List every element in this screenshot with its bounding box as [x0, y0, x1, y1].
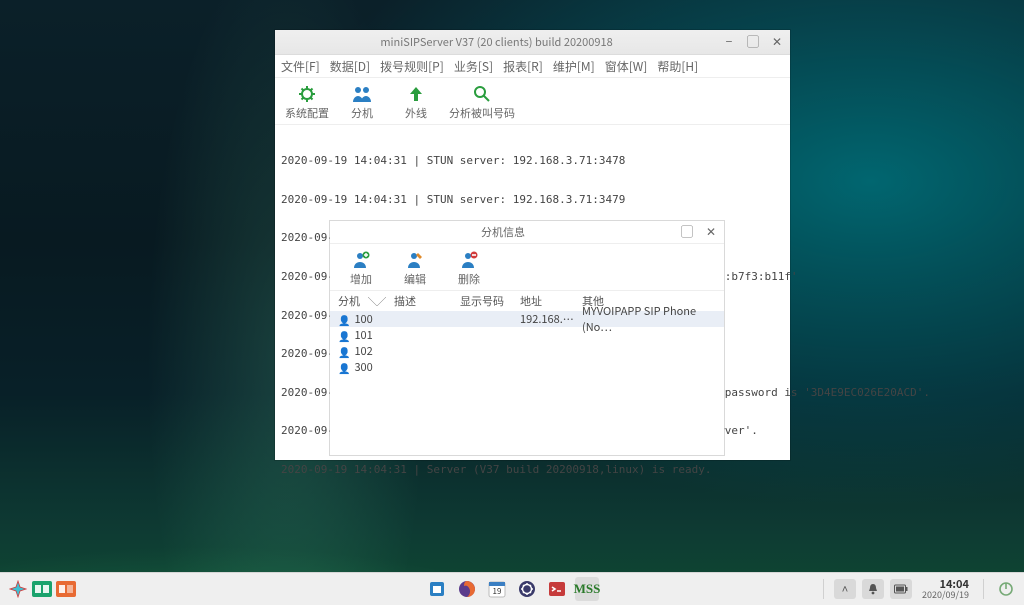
taskbar-app-settings[interactable] [515, 577, 539, 601]
toolbar-label: 系统配置 [285, 105, 329, 121]
menu-data[interactable]: 数据[D] [330, 58, 370, 75]
mss-icon: MSS [574, 581, 601, 597]
table-row[interactable]: 👤 102 [330, 343, 724, 359]
toolbar-system-config[interactable]: 系统配置 [279, 83, 335, 121]
close-button[interactable]: ✕ [770, 35, 784, 49]
gear-icon [297, 83, 317, 105]
menu-window[interactable]: 窗体[W] [605, 58, 648, 75]
menu-maintain[interactable]: 维护[M] [553, 58, 595, 75]
toolbar-label: 外线 [405, 105, 427, 121]
menu-service[interactable]: 业务[S] [454, 58, 493, 75]
cell-ext: 100 [354, 311, 372, 327]
main-toolbar: 系统配置 分机 外线 分析被叫号码 [275, 78, 790, 125]
cell-other: MYVOIPAPP SIP Phone (No… [582, 303, 716, 335]
magnifier-icon [472, 83, 492, 105]
col-addr[interactable]: 地址 [520, 293, 582, 309]
launcher-button[interactable] [6, 577, 30, 601]
person-icon: 👤 [338, 328, 350, 343]
person-icon: 👤 [338, 344, 350, 359]
user-add-icon [351, 249, 371, 271]
user-delete-icon [459, 249, 479, 271]
person-icon: 👤 [338, 360, 350, 375]
dialog-close-button[interactable]: ✕ [704, 225, 718, 239]
col-ext[interactable]: 分机 [338, 293, 360, 309]
toolbar-extensions[interactable]: 分机 [335, 83, 389, 121]
table-body: 👤100 192.168.… MYVOIPAPP SIP Phone (No… … [330, 311, 724, 375]
taskbar-app-calendar[interactable]: 19 [485, 577, 509, 601]
log-line: 2020-09-19 14:04:31 | STUN server: 192.1… [281, 194, 784, 207]
menu-report[interactable]: 报表[R] [503, 58, 543, 75]
tray-session[interactable] [994, 577, 1018, 601]
toolbar-label: 分机 [351, 105, 373, 121]
menu-file[interactable]: 文件[F] [281, 58, 320, 75]
maximize-button[interactable]: ▢ [746, 35, 760, 49]
log-line: 2020-09-19 14:04:31 | Server (V37 build … [281, 464, 784, 477]
tray-up-button[interactable]: ˄ [834, 579, 856, 599]
menu-help[interactable]: 帮助[H] [657, 58, 698, 75]
users-icon [351, 83, 373, 105]
dialog-toolbar: 增加 编辑 删除 [330, 244, 724, 291]
dialog-titlebar: 分机信息 ▢ ✕ [330, 221, 724, 244]
minimize-button[interactable]: − [722, 35, 736, 49]
svg-text:19: 19 [493, 586, 502, 597]
sort-indicator-icon: ╲╱ [368, 295, 386, 308]
virtual-desktop-2[interactable] [54, 577, 78, 601]
tray-battery[interactable] [890, 579, 912, 599]
button-label: 编辑 [404, 271, 426, 287]
menubar: 文件[F] 数据[D] 拨号规则[P] 业务[S] 报表[R] 维护[M] 窗体… [275, 55, 790, 78]
toolbar-trunk[interactable]: 外线 [389, 83, 443, 121]
separator [823, 579, 824, 599]
table-row[interactable]: 👤100 192.168.… MYVOIPAPP SIP Phone (No… [330, 311, 724, 327]
button-label: 增加 [350, 271, 372, 287]
arrow-icon [406, 83, 426, 105]
main-title: miniSIPServer V37 (20 clients) build 202… [281, 34, 712, 50]
clock-date: 2020/09/19 [922, 590, 969, 599]
log-line: 2020-09-19 14:04:31 | STUN server: 192.1… [281, 155, 784, 168]
toolbar-analyze[interactable]: 分析被叫号码 [443, 83, 521, 121]
table-row[interactable]: 👤 300 [330, 359, 724, 375]
taskbar-app-files[interactable] [425, 577, 449, 601]
cell-addr: 192.168.… [520, 311, 582, 327]
taskbar: 19 MSS ˄ 14:04 2020/09/19 [0, 572, 1024, 605]
user-edit-icon [405, 249, 425, 271]
extensions-dialog: 分机信息 ▢ ✕ 增加 编辑 删除 分机╲╱ 描述 显示号码 地址 其他 [330, 221, 724, 455]
taskbar-app-terminal[interactable] [545, 577, 569, 601]
edit-button[interactable]: 编辑 [388, 249, 442, 287]
col-disp[interactable]: 显示号码 [460, 293, 520, 309]
col-desc[interactable]: 描述 [394, 293, 460, 309]
separator [983, 579, 984, 599]
delete-button[interactable]: 删除 [442, 249, 496, 287]
dialog-maximize-button[interactable]: ▢ [680, 225, 694, 239]
button-label: 删除 [458, 271, 480, 287]
dialog-title: 分机信息 [336, 224, 670, 240]
toolbar-label: 分析被叫号码 [449, 105, 515, 121]
tray-notifications[interactable] [862, 579, 884, 599]
taskbar-clock[interactable]: 14:04 2020/09/19 [922, 579, 969, 600]
cell-ext: 102 [354, 343, 372, 359]
menu-dialplan[interactable]: 拨号规则[P] [380, 58, 444, 75]
add-button[interactable]: 增加 [334, 249, 388, 287]
virtual-desktop-1[interactable] [30, 577, 54, 601]
taskbar-app-mss[interactable]: MSS [575, 577, 599, 601]
person-icon: 👤 [338, 312, 350, 327]
cell-ext: 101 [354, 327, 372, 343]
cell-ext: 300 [354, 359, 372, 375]
taskbar-app-firefox[interactable] [455, 577, 479, 601]
main-titlebar: miniSIPServer V37 (20 clients) build 202… [275, 30, 790, 55]
